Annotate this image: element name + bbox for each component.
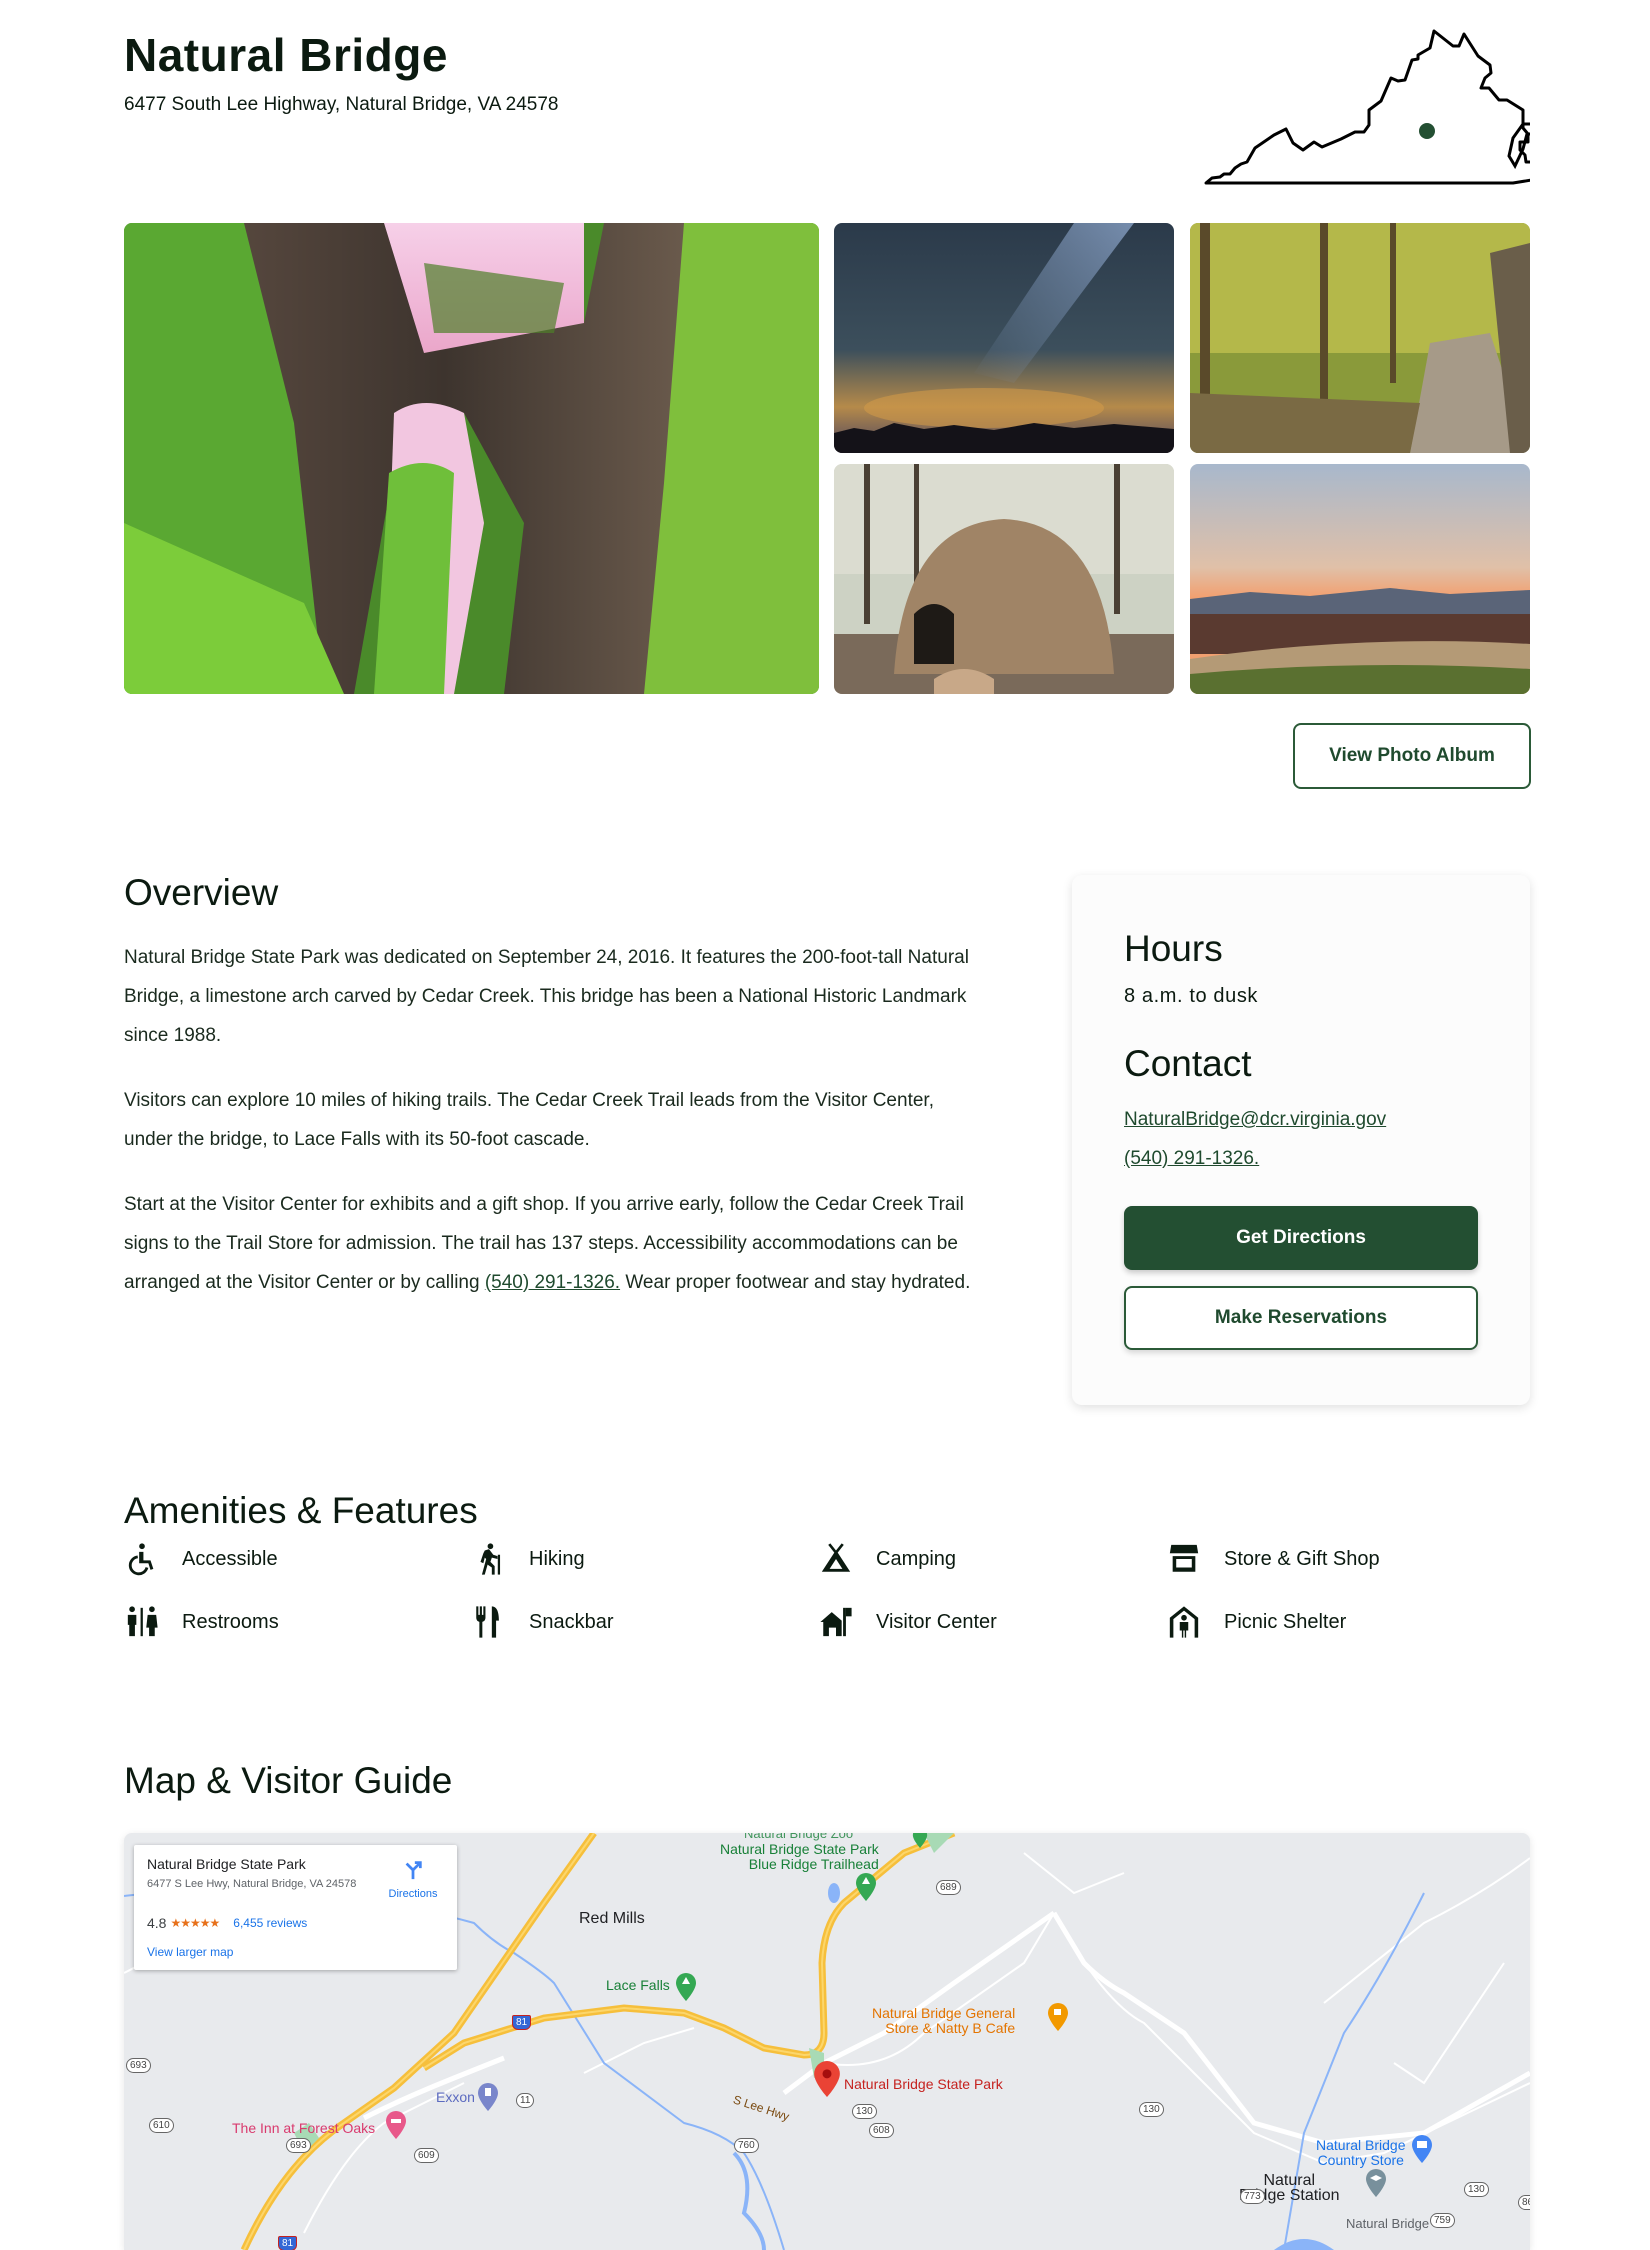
gallery-photo-night-sky[interactable] — [834, 223, 1174, 453]
school-pin-icon[interactable] — [1366, 2169, 1386, 2197]
route-shield: 760 — [734, 2138, 759, 2153]
map-label-trailhead[interactable]: Natural Bridge State Park Blue Ridge Tra… — [720, 1842, 879, 1872]
tent-icon — [818, 1541, 854, 1577]
overview-paragraph-2: Visitors can explore 10 miles of hiking … — [124, 1090, 934, 1150]
view-larger-map-link[interactable]: View larger map — [147, 1945, 233, 1959]
park-location-marker — [1419, 123, 1435, 139]
route-shield: 608 — [869, 2123, 894, 2138]
gas-station-pin-icon[interactable] — [478, 2083, 498, 2111]
page-title: Natural Bridge — [124, 29, 448, 81]
map-heading: Map & Visitor Guide — [124, 1760, 453, 1801]
interstate-shield: 81 — [278, 2236, 298, 2250]
amenity-hiking: Hiking — [471, 1539, 585, 1579]
contact-heading: Contact — [1124, 1043, 1252, 1084]
amenity-camping: Camping — [818, 1539, 956, 1579]
get-directions-button[interactable]: Get Directions — [1124, 1206, 1478, 1270]
email-link[interactable]: NaturalBridge@dcr.virginia.gov — [1124, 1109, 1386, 1131]
reviews-link[interactable]: 6,455 reviews — [233, 1916, 307, 1930]
route-shield: 693 — [286, 2138, 311, 2153]
hours-value: 8 a.m. to dusk — [1124, 985, 1259, 1007]
route-shield: 773 — [1240, 2189, 1265, 2204]
route-shield: 689 — [936, 1880, 961, 1895]
route-shield: 610 — [149, 2118, 174, 2133]
overview-heading: Overview — [124, 872, 279, 913]
park-address: 6477 South Lee Highway, Natural Bridge, … — [124, 94, 559, 115]
map-label-general-store[interactable]: Natural Bridge General Store & Natty B C… — [872, 2006, 1015, 2036]
amenity-accessible: Accessible — [124, 1539, 278, 1579]
map-label-lace-falls[interactable]: Lace Falls — [606, 1978, 670, 1993]
shelter-person-icon — [1166, 1604, 1202, 1640]
fork-knife-icon — [471, 1604, 507, 1640]
hours-heading: Hours — [1124, 928, 1223, 969]
route-shield: 130 — [1139, 2102, 1164, 2117]
park-pin-icon[interactable] — [912, 1833, 928, 1848]
amenity-visitor-center: Visitor Center — [818, 1602, 997, 1642]
hours-contact-card: Hours 8 a.m. to dusk Contact NaturalBrid… — [1072, 875, 1530, 1405]
interstate-shield: 81 — [512, 2015, 532, 2030]
overview-phone-link[interactable]: (540) 291-1326. — [485, 1272, 620, 1293]
gallery-photo-sunset[interactable] — [1190, 464, 1530, 694]
photo-gallery — [124, 223, 1530, 694]
gallery-photo-hut[interactable] — [834, 464, 1174, 694]
route-shield: 693 — [126, 2058, 151, 2073]
directions-arrow-icon — [405, 1861, 422, 1880]
place-rating: 4.8 ★★★★★ 6,455 reviews — [147, 1915, 308, 1931]
map-place-card: Natural Bridge State Park 6477 S Lee Hwy… — [134, 1845, 457, 1970]
route-shield: 130 — [852, 2104, 877, 2119]
map-label-nb-school[interactable]: Natural Bridge — [1346, 2216, 1429, 2231]
map-label-inn[interactable]: The Inn at Forest Oaks — [232, 2121, 375, 2136]
star-rating-icon: ★★★★★ — [170, 1916, 220, 1930]
park-pin-icon[interactable] — [856, 1873, 876, 1901]
route-shield: 11 — [516, 2093, 535, 2108]
amenity-snackbar: Snackbar — [471, 1602, 614, 1642]
park-pin-icon[interactable] — [676, 1973, 696, 2001]
map-label-zoo[interactable]: Natural Bridge Zoo — [744, 1833, 853, 1841]
house-flag-icon — [818, 1604, 854, 1640]
selected-location-pin-icon[interactable] — [814, 2061, 840, 2097]
map-label-exxon[interactable]: Exxon — [436, 2090, 475, 2105]
amenity-picnic-shelter: Picnic Shelter — [1166, 1602, 1346, 1642]
make-reservations-button[interactable]: Make Reservations — [1124, 1286, 1478, 1350]
route-shield: 759 — [1430, 2213, 1455, 2228]
map-label-red-mills: Red Mills — [579, 1910, 645, 1927]
amenity-store: Store & Gift Shop — [1166, 1539, 1380, 1579]
gallery-photo-natural-bridge[interactable] — [124, 223, 819, 694]
storefront-icon — [1166, 1541, 1202, 1577]
embedded-map[interactable]: Natural Bridge State Park 6477 S Lee Hwy… — [124, 1833, 1530, 2250]
place-name: Natural Bridge State Park — [147, 1856, 306, 1872]
amenities-heading: Amenities & Features — [124, 1490, 478, 1531]
hotel-pin-icon[interactable] — [386, 2111, 406, 2139]
virginia-outline-icon — [1204, 29, 1530, 185]
amenity-restrooms: Restrooms — [124, 1602, 279, 1642]
route-shield: 130 — [1464, 2182, 1489, 2197]
place-address: 6477 S Lee Hwy, Natural Bridge, VA 24578 — [147, 1878, 357, 1890]
cafe-pin-icon[interactable] — [1048, 2003, 1068, 2031]
gallery-photo-trail[interactable] — [1190, 223, 1530, 453]
map-label-country-store[interactable]: Natural Bridge Country Store — [1316, 2138, 1406, 2168]
overview-section: Overview Natural Bridge State Park was d… — [124, 872, 984, 1302]
phone-link[interactable]: (540) 291-1326. — [1124, 1148, 1259, 1170]
view-photo-album-button[interactable]: View Photo Album — [1293, 723, 1531, 789]
hiker-icon — [471, 1541, 507, 1577]
route-shield: 609 — [414, 2148, 439, 2163]
wheelchair-icon — [124, 1541, 160, 1577]
overview-paragraph-3: Start at the Visitor Center for exhibits… — [124, 1194, 971, 1293]
map-label-state-park[interactable]: Natural Bridge State Park — [844, 2077, 1003, 2092]
overview-paragraph-1: Natural Bridge State Park was dedicated … — [124, 947, 969, 1046]
store-pin-icon[interactable] — [1412, 2135, 1432, 2163]
map-directions-button[interactable]: Directions — [379, 1859, 447, 1900]
route-shield: 86 — [1518, 2195, 1530, 2210]
page-header: Natural Bridge 6477 South Lee Highway, N… — [124, 28, 558, 116]
restroom-icon — [124, 1604, 160, 1640]
